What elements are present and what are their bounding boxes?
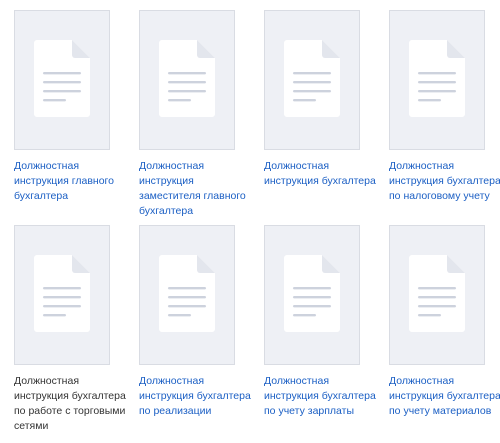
document-icon xyxy=(284,40,340,117)
document-icon xyxy=(159,40,215,117)
doc-thumbnail[interactable] xyxy=(264,10,360,150)
doc-thumbnail[interactable] xyxy=(139,225,235,365)
doc-thumbnail[interactable] xyxy=(389,10,485,150)
document-icon xyxy=(409,255,465,332)
doc-thumbnail[interactable] xyxy=(14,225,110,365)
doc-thumbnail[interactable] xyxy=(389,225,485,365)
doc-title-link[interactable]: Должностная инструкция заместителя главн… xyxy=(139,159,251,219)
document-icon xyxy=(159,255,215,332)
doc-title: Должностная инструкция бухгалтера по раб… xyxy=(14,375,126,432)
doc-title-link[interactable]: Должностная инструкция бухгалтера xyxy=(264,159,376,189)
doc-title-link[interactable]: Должностная инструкция бухгалтера по нал… xyxy=(389,159,500,204)
doc-thumbnail[interactable] xyxy=(139,10,235,150)
document-icon xyxy=(409,40,465,117)
document-icon xyxy=(34,255,90,332)
doc-title-link[interactable]: Должностная инструкция бухгалтера по реа… xyxy=(139,374,251,419)
doc-thumbnail[interactable] xyxy=(14,10,110,150)
document-icon xyxy=(34,40,90,117)
doc-thumbnail[interactable] xyxy=(264,225,360,365)
doc-title-link[interactable]: Должностная инструкция бухгалтера по уче… xyxy=(389,374,500,419)
document-icon xyxy=(284,255,340,332)
doc-title-link[interactable]: Должностная инструкция главного бухгалте… xyxy=(14,159,126,204)
doc-title-link[interactable]: Должностная инструкция бухгалтера по уче… xyxy=(264,374,376,419)
